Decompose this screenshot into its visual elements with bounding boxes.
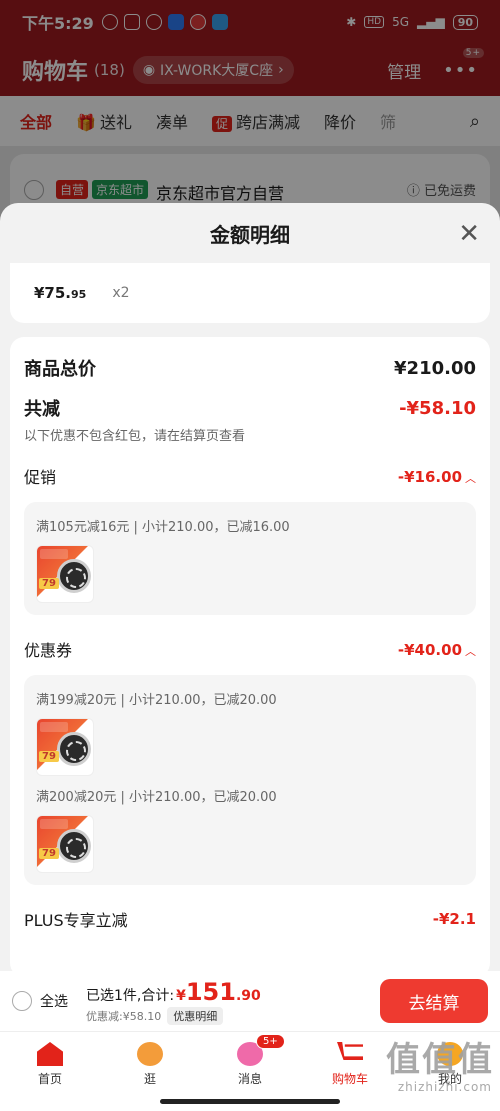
product-thumbnail[interactable]: 79	[36, 815, 94, 873]
checkout-bar: 全选 已选1件,合计: ¥151.90 优惠减:¥58.10 优惠明细 去结算	[0, 971, 500, 1031]
plate-image	[57, 559, 91, 593]
nav-home-label: 首页	[37, 1072, 62, 1086]
coupon-rule-2: 满200减20元 | 小计210.00，已减20.00	[36, 790, 277, 805]
nav-guang-label: 逛	[143, 1072, 156, 1086]
item-price-int: ¥75.	[34, 284, 72, 302]
chevron-up-icon: ︿	[465, 644, 476, 658]
discount-detail-button[interactable]: 优惠明细	[167, 1006, 224, 1025]
reduce-value: -¥58.10	[399, 397, 476, 419]
checkout-total: ¥151.90	[176, 978, 261, 1006]
promo-detail-box: 满105元减16元 | 小计210.00，已减16.00 79	[24, 502, 476, 615]
product-thumbnail[interactable]: 79	[36, 545, 94, 603]
product-thumbnail[interactable]: 79	[36, 718, 94, 776]
currency-symbol: ¥	[176, 987, 186, 1004]
discount-line: 优惠减:¥58.10 优惠明细	[86, 1006, 261, 1025]
reduce-label: 共减	[24, 399, 60, 420]
nav-cart-label: 购物车	[331, 1072, 368, 1086]
message-badge: 5+	[256, 1034, 285, 1049]
sheet-title: 金额明细	[210, 222, 290, 247]
promo-rule: 满105元减16元 | 小计210.00，已减16.00	[36, 520, 290, 535]
item-price-dec: 95	[71, 288, 87, 301]
thumb-header	[40, 722, 68, 732]
checkout-button[interactable]: 去结算	[380, 979, 488, 1023]
item-price-card: ¥75.95 x2	[10, 263, 490, 323]
sheet-header: 金额明细 ✕	[0, 203, 500, 263]
total-value: ¥210.00	[394, 357, 476, 379]
coupon-amount: -¥40.00 ︿	[398, 640, 476, 659]
plus-row: PLUS专享立减 -¥2.1	[24, 907, 476, 931]
coupon-row[interactable]: 优惠券 -¥40.00 ︿	[24, 637, 476, 661]
watermark-logo: 值值值	[386, 1040, 494, 1080]
amount-breakdown-card: 商品总价 ¥210.00 共减 -¥58.10 以下优惠不包含红包，请在结算页查…	[10, 337, 490, 971]
home-icon	[37, 1042, 63, 1066]
total-row: 商品总价 ¥210.00	[24, 355, 476, 381]
thumb-price-tag: 79	[39, 578, 59, 589]
close-icon[interactable]: ✕	[458, 221, 480, 247]
total-line: 已选1件,合计: ¥151.90	[86, 978, 261, 1006]
amount-detail-sheet: 金额明细 ✕ ¥75.95 x2 商品总价 ¥210.00 共减 -¥58.10…	[0, 203, 500, 971]
coupon-detail-box: 满199减20元 | 小计210.00，已减20.00 79 满200减20元 …	[24, 675, 476, 885]
promo-value: -¥16.00	[397, 467, 462, 486]
nav-messages-label: 消息	[237, 1072, 262, 1086]
nav-home[interactable]: 首页	[0, 1032, 100, 1111]
thumb-price-tag: 79	[39, 848, 59, 859]
plus-value: -¥2.1	[432, 910, 476, 928]
select-all-label[interactable]: 全选	[40, 991, 68, 1011]
discount-text: 优惠减:¥58.10	[86, 1009, 162, 1023]
watermark-url: zhizhizhi.com	[397, 1080, 492, 1094]
browse-icon	[137, 1042, 163, 1066]
home-indicator[interactable]	[160, 1099, 340, 1104]
discount-note: 以下优惠不包含红包，请在结算页查看	[24, 429, 246, 444]
thumb-header	[40, 819, 68, 829]
plate-image	[57, 829, 91, 863]
chevron-up-icon: ︿	[465, 471, 476, 485]
plus-label: PLUS专享立减	[24, 911, 128, 930]
total-dec: .90	[235, 987, 261, 1004]
reduce-row: 共减 -¥58.10	[24, 395, 476, 421]
cart-icon	[337, 1042, 363, 1060]
selected-text: 已选1件,合计:	[86, 987, 175, 1004]
promo-row[interactable]: 促销 -¥16.00 ︿	[24, 464, 476, 488]
item-quantity: x2	[112, 285, 130, 301]
promo-label: 促销	[24, 468, 57, 487]
select-all-radio[interactable]	[12, 991, 32, 1011]
item-price: ¥75.95	[34, 284, 86, 302]
coupon-label: 优惠券	[24, 641, 73, 660]
checkout-summary: 已选1件,合计: ¥151.90 优惠减:¥58.10 优惠明细	[86, 978, 261, 1025]
thumb-header	[40, 549, 68, 559]
coupon-value: -¥40.00	[397, 640, 462, 659]
total-int: 151	[185, 977, 236, 1006]
thumb-price-tag: 79	[39, 751, 59, 762]
promo-amount: -¥16.00 ︿	[398, 467, 476, 486]
total-label: 商品总价	[24, 359, 96, 380]
coupon-rule-1: 满199减20元 | 小计210.00，已减20.00	[36, 693, 277, 708]
plate-image	[57, 732, 91, 766]
